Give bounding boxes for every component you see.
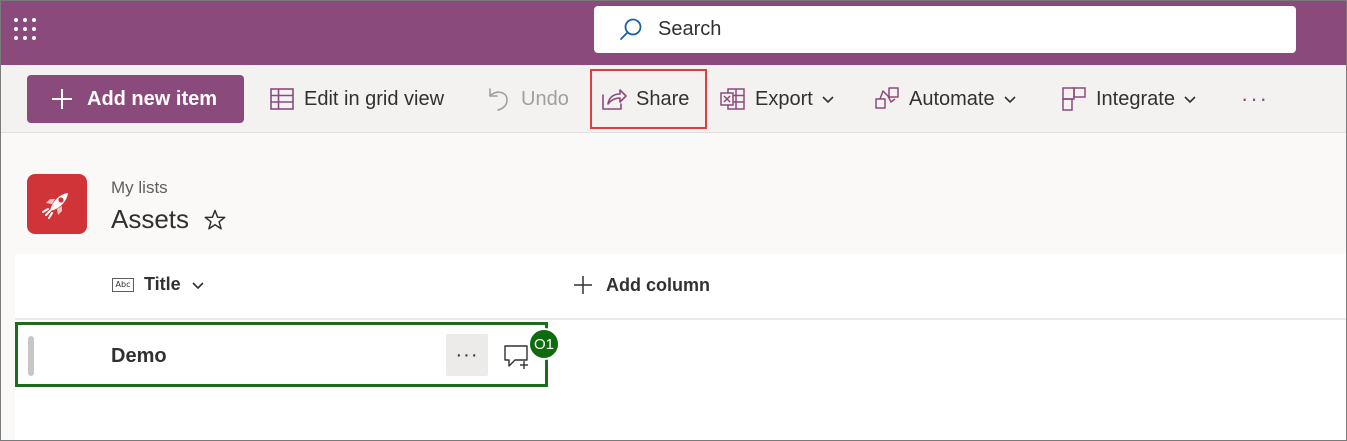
undo-button[interactable]: Undo: [485, 75, 569, 123]
excel-icon: [719, 85, 747, 113]
undo-icon: [485, 85, 513, 113]
more-commands-button[interactable]: ···: [1241, 75, 1269, 123]
chevron-down-icon: [821, 92, 835, 106]
search-placeholder: Search: [658, 18, 722, 40]
app-launcher-icon[interactable]: [14, 18, 38, 42]
breadcrumb[interactable]: My lists: [111, 178, 168, 198]
share-label: Share: [636, 87, 690, 110]
undo-label: Undo: [521, 87, 569, 110]
plus-icon: [572, 274, 594, 296]
row-selection-handle[interactable]: [28, 336, 34, 376]
chevron-down-icon: [1003, 92, 1017, 106]
column-title-label: Title: [144, 274, 181, 294]
search-box[interactable]: Search: [594, 6, 1296, 53]
add-column-label: Add column: [606, 274, 710, 295]
step-badge: O1: [528, 328, 560, 360]
search-icon: [620, 18, 642, 40]
automate-button[interactable]: Automate: [873, 75, 1017, 123]
command-bar: Add new item Edit in grid view Undo Shar…: [1, 65, 1346, 133]
table-row[interactable]: Demo ···: [15, 322, 548, 387]
add-comment-icon[interactable]: [503, 342, 531, 370]
plus-icon: [49, 85, 75, 113]
automate-icon: [873, 85, 901, 113]
share-icon: [600, 85, 628, 113]
add-column-button[interactable]: Add column: [572, 274, 710, 296]
chevron-down-icon: [1183, 92, 1197, 106]
sharepoint-window: Search Add new item Edit in grid view Un…: [0, 0, 1347, 441]
list-view: Abc Title Add column Demo ··· O1: [15, 254, 1346, 440]
row-title[interactable]: Demo: [111, 345, 167, 368]
export-button[interactable]: Export: [719, 75, 835, 123]
chevron-down-icon: [191, 278, 205, 292]
row-more-actions-button[interactable]: ···: [446, 334, 488, 376]
grid-icon: [268, 85, 296, 113]
column-header-row: Abc Title Add column: [15, 254, 1346, 320]
add-new-item-label: Add new item: [87, 87, 218, 110]
share-button[interactable]: Share: [590, 69, 707, 129]
text-column-icon: Abc: [112, 277, 134, 292]
column-header-title[interactable]: Abc Title: [112, 274, 205, 295]
automate-label: Automate: [909, 87, 995, 110]
edit-grid-view-button[interactable]: Edit in grid view: [268, 75, 444, 123]
suite-bar: Search: [1, 1, 1346, 65]
integrate-icon: [1060, 85, 1088, 113]
export-label: Export: [755, 87, 813, 110]
add-new-item-button[interactable]: Add new item: [27, 75, 244, 123]
integrate-label: Integrate: [1096, 87, 1175, 110]
rocket-list-icon: [27, 174, 87, 234]
edit-grid-view-label: Edit in grid view: [304, 87, 445, 110]
star-icon[interactable]: [203, 208, 227, 232]
page-title: Assets: [111, 204, 190, 234]
integrate-button[interactable]: Integrate: [1060, 75, 1197, 123]
